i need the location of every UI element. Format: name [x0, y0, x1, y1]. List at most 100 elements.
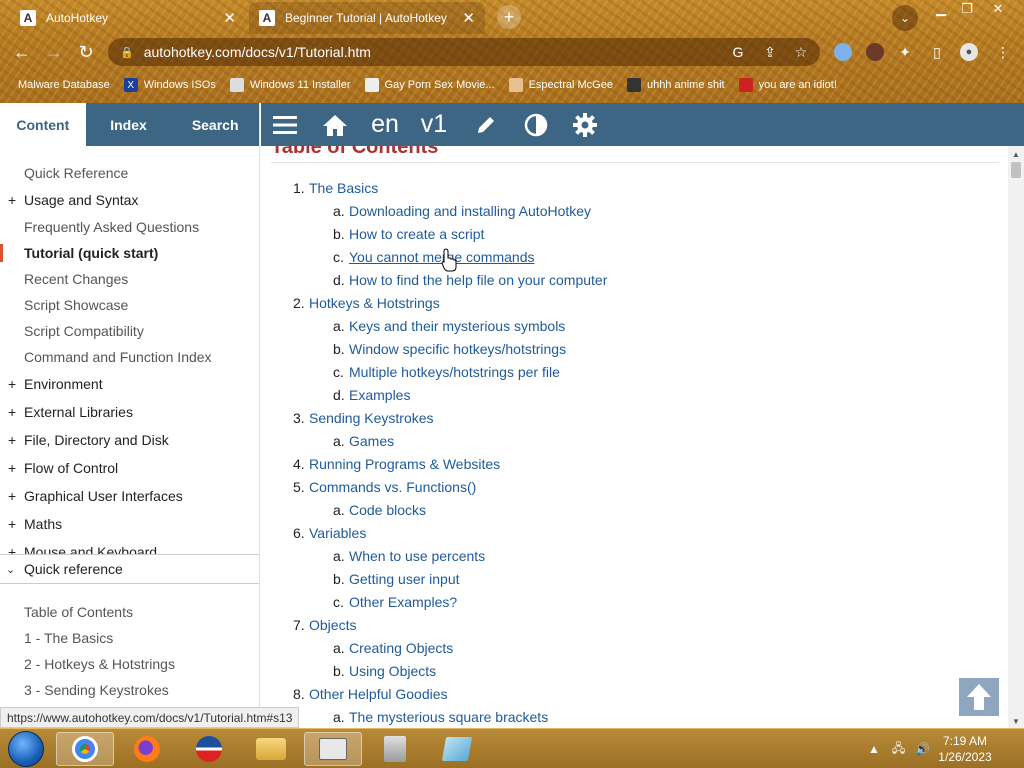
bookmark-item[interactable]: Malware Database — [18, 79, 110, 91]
sidebar-item-recent-changes[interactable]: Recent Changes — [0, 266, 259, 292]
scroll-up-arrow-icon[interactable]: ▲ — [1012, 150, 1020, 159]
start-button[interactable] — [8, 731, 44, 767]
settings-gear-icon[interactable] — [571, 103, 599, 146]
toc-link[interactable]: Creating Objects — [349, 640, 453, 656]
new-tab-button[interactable]: + — [497, 5, 521, 29]
toc-link[interactable]: Multiple hotkeys/hotstrings per file — [349, 364, 560, 380]
extensions-puzzle-icon[interactable]: ✦ — [896, 43, 914, 61]
sidebar-item-quick-reference[interactable]: Quick Reference — [0, 160, 259, 186]
toc-link[interactable]: Code blocks — [349, 502, 426, 518]
toc-link-helpful-goodies[interactable]: Other Helpful Goodies — [309, 686, 448, 702]
forward-button[interactable]: → — [42, 40, 66, 64]
toc-link[interactable]: Getting user input — [349, 571, 460, 587]
toc-link-variables[interactable]: Variables — [309, 525, 366, 541]
version-selector[interactable]: v1 — [417, 103, 451, 146]
menu-dots-icon[interactable]: ⋮ — [994, 43, 1012, 61]
bookmark-item[interactable]: Espectral McGee — [508, 78, 613, 92]
tray-expand-icon[interactable]: ▲ — [868, 742, 880, 756]
toc-link-objects[interactable]: Objects — [309, 617, 356, 633]
tab-search-button[interactable]: ⌄ — [892, 5, 918, 31]
tutorial-content: Table of Contents 1. The Basics a. Downloa… — [261, 146, 1008, 728]
toc-link-hotkeys[interactable]: Hotkeys & Hotstrings — [309, 295, 440, 311]
volume-icon[interactable]: 🔊 — [915, 742, 930, 756]
side-panel-icon[interactable]: ▯ — [928, 43, 946, 61]
toc-link[interactable]: The mysterious square brackets — [349, 709, 548, 725]
toc-subsection: a. Creating Objects — [333, 639, 454, 656]
sidebar-item-script-showcase[interactable]: Script Showcase — [0, 292, 259, 318]
taskbar-chrome[interactable] — [56, 732, 114, 766]
bookmark-item[interactable]: uhhh anime shit — [626, 78, 725, 92]
scroll-down-arrow-icon[interactable]: ▼ — [1012, 717, 1020, 726]
close-window-button[interactable]: ✕ — [983, 0, 1013, 18]
taskbar-archive[interactable] — [366, 732, 424, 766]
bookmark-item[interactable]: Gay Porn Sex Movie... — [364, 78, 495, 92]
sidebar-item-faq[interactable]: Frequently Asked Questions — [0, 214, 259, 240]
sidebar-item-flow-control[interactable]: Flow of Control — [0, 454, 259, 482]
sidebar-item-gui[interactable]: Graphical User Interfaces — [0, 482, 259, 510]
toc-link[interactable]: Window specific hotkeys/hotstrings — [349, 341, 566, 357]
tab-autohotkey[interactable]: A AutoHotkey ✕ — [10, 2, 246, 34]
taskbar-app[interactable] — [180, 732, 238, 766]
sidebar-item-maths[interactable]: Maths — [0, 510, 259, 538]
sidebar-item-external-libraries[interactable]: External Libraries — [0, 398, 259, 426]
tab-content[interactable]: Content — [0, 103, 86, 146]
toc-link-running-programs[interactable]: Running Programs & Websites — [309, 456, 500, 472]
back-button[interactable]: ← — [10, 40, 34, 64]
tab-index[interactable]: Index — [86, 103, 172, 146]
toc-link-keystrokes[interactable]: Sending Keystrokes — [309, 410, 434, 426]
sidebar-item-script-compatibility[interactable]: Script Compatibility — [0, 318, 259, 344]
tab-beginner-tutorial[interactable]: A Beginner Tutorial | AutoHotkey ✕ — [249, 2, 485, 34]
extension-flag-icon[interactable] — [834, 43, 852, 61]
address-bar[interactable]: 🔒 autohotkey.com/docs/v1/Tutorial.htm — [108, 38, 820, 66]
toc-link[interactable]: Games — [349, 433, 394, 449]
profile-icon[interactable]: ● — [960, 43, 978, 61]
qr-item-basics[interactable]: 1 - The Basics — [0, 625, 259, 651]
reload-button[interactable]: ↻ — [74, 40, 98, 64]
toc-link[interactable]: When to use percents — [349, 548, 485, 564]
toc-link-commands-functions[interactable]: Commands vs. Functions() — [309, 479, 476, 495]
sidebar-item-file-directory[interactable]: File, Directory and Disk — [0, 426, 259, 454]
taskbar-explorer[interactable] — [242, 732, 300, 766]
toc-link[interactable]: How to find the help file on your comput… — [349, 272, 607, 288]
restore-button[interactable]: ❐ — [952, 0, 982, 18]
extension-avatar-icon[interactable] — [866, 43, 884, 61]
tab-search[interactable]: Search — [171, 103, 259, 146]
taskbar-adobe[interactable] — [304, 732, 362, 766]
share-icon[interactable]: ⇪ — [761, 43, 779, 61]
language-selector[interactable]: en — [367, 103, 403, 146]
scrollbar-thumb[interactable] — [1011, 162, 1021, 178]
contrast-theme-icon[interactable] — [523, 103, 549, 146]
quick-reference-header[interactable]: ⌄ Quick reference — [0, 554, 259, 584]
taskbar-clock[interactable]: 7:19 AM 1/26/2023 — [930, 733, 1000, 765]
bookmark-item[interactable]: Windows 11 Installer — [229, 78, 351, 92]
google-icon[interactable]: G — [729, 43, 747, 61]
sidebar-item-mouse-keyboard[interactable]: Mouse and Keyboard — [0, 538, 259, 554]
close-tab-icon[interactable]: ✕ — [223, 9, 236, 27]
taskbar-notes[interactable] — [428, 732, 486, 766]
qr-item-hotkeys[interactable]: 2 - Hotkeys & Hotstrings — [0, 651, 259, 677]
page-scrollbar[interactable]: ▲ ▼ — [1008, 146, 1024, 728]
network-icon[interactable]: 🖧 — [892, 739, 905, 760]
toc-link[interactable]: How to create a script — [349, 226, 484, 242]
back-to-top-button[interactable] — [959, 678, 999, 716]
bookmark-item[interactable]: you are an idiot! — [738, 78, 837, 92]
sidebar-item-usage-syntax[interactable]: Usage and Syntax — [0, 186, 259, 214]
home-icon[interactable] — [321, 103, 349, 146]
sidebar-item-command-index[interactable]: Command and Function Index — [0, 344, 259, 370]
hamburger-menu-icon[interactable] — [271, 103, 299, 146]
sidebar-item-environment[interactable]: Environment — [0, 370, 259, 398]
bookmark-star-icon[interactable]: ☆ — [792, 43, 810, 61]
toc-link[interactable]: Using Objects — [349, 663, 436, 679]
toc-link[interactable]: Keys and their mysterious symbols — [349, 318, 565, 334]
toc-link[interactable]: Other Examples? — [349, 594, 457, 610]
toc-link-basics[interactable]: The Basics — [309, 180, 378, 196]
qr-item-keystrokes[interactable]: 3 - Sending Keystrokes — [0, 677, 259, 703]
toc-link[interactable]: Examples — [349, 387, 410, 403]
qr-item-toc[interactable]: Table of Contents — [0, 599, 259, 625]
close-tab-icon[interactable]: ✕ — [462, 9, 475, 27]
bookmark-item[interactable]: X Windows ISOs — [123, 78, 216, 92]
toc-link[interactable]: Downloading and installing AutoHotkey — [349, 203, 591, 219]
taskbar-firefox[interactable] — [118, 732, 176, 766]
edit-pencil-icon[interactable] — [473, 103, 499, 146]
sidebar-item-tutorial[interactable]: Tutorial (quick start) — [0, 240, 259, 266]
